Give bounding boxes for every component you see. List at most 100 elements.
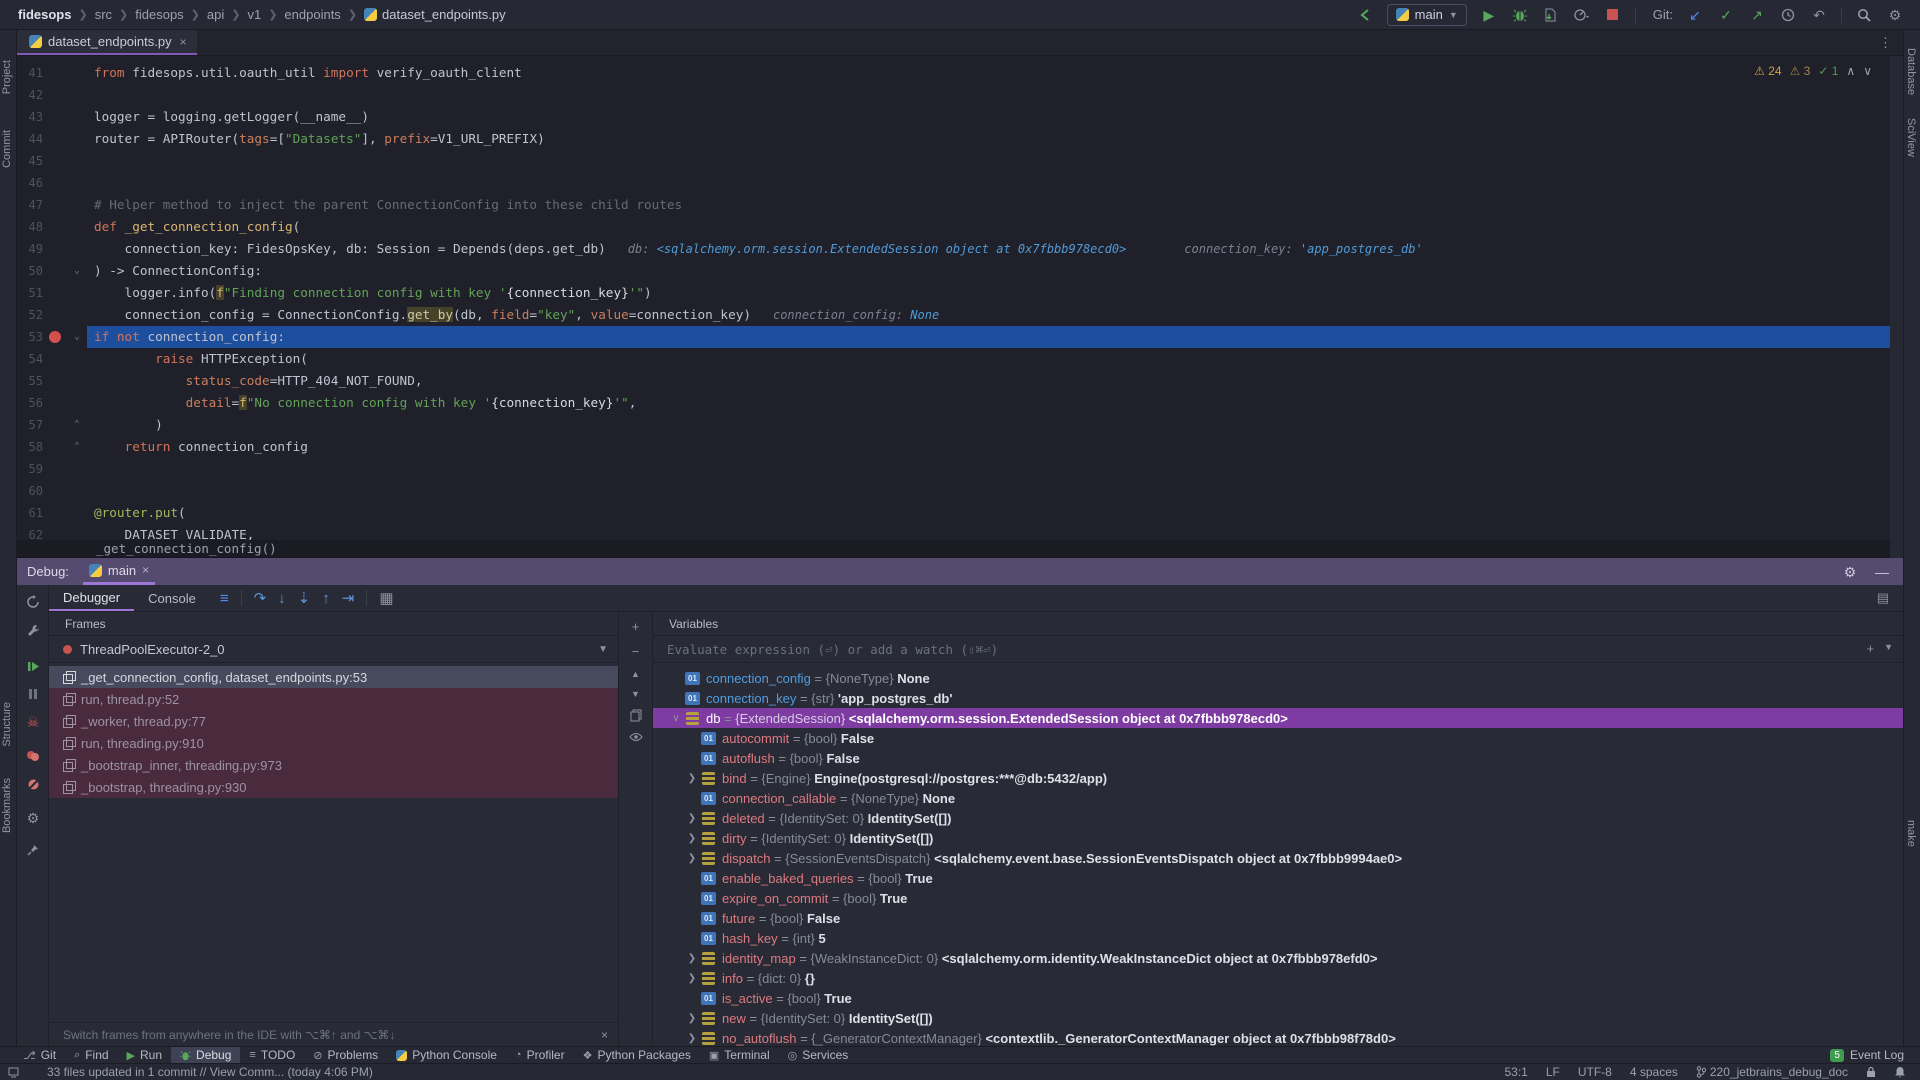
tool-button-profiler[interactable]: ◔ Profiler (506, 1047, 574, 1063)
chevron-collapsed-icon[interactable]: ❯ (683, 853, 701, 864)
fold-marker[interactable] (67, 458, 87, 480)
code-line[interactable]: 45 (17, 150, 1890, 172)
frame-row[interactable]: _worker, thread.py:77 (49, 710, 618, 732)
variable-row[interactable]: ❯ identity_map = {WeakInstanceDict: 0} <s… (653, 948, 1903, 968)
tool-button-make[interactable]: make (1905, 820, 1917, 847)
fold-marker[interactable] (67, 370, 87, 392)
lock-icon[interactable] (1866, 1066, 1876, 1078)
code-line[interactable]: 47 # Helper method to inject the parent C… (17, 194, 1890, 216)
file-encoding[interactable]: UTF-8 (1578, 1065, 1612, 1079)
code-line[interactable]: 53 ⌄ if not connection_config: (17, 326, 1890, 348)
fold-marker[interactable] (67, 524, 87, 540)
resume-program-icon[interactable] (24, 657, 42, 675)
fold-marker[interactable] (67, 106, 87, 128)
variable-row[interactable]: 01 is_active = {bool} True (653, 988, 1903, 1008)
tab-dataset-endpoints[interactable]: dataset_endpoints.py × (17, 30, 197, 55)
variable-row[interactable]: ❯ new = {IdentitySet: 0} IdentitySet([]) (653, 1008, 1903, 1028)
breakpoint-gutter[interactable] (43, 260, 67, 282)
line-number[interactable]: 55 (17, 370, 43, 392)
breakpoint-gutter[interactable] (43, 524, 67, 540)
line-number[interactable]: 60 (17, 480, 43, 502)
tool-button-project[interactable]: Project (1, 60, 13, 94)
chevron-collapsed-icon[interactable]: ❯ (683, 773, 701, 784)
breakpoint-gutter[interactable] (43, 304, 67, 326)
thread-selector[interactable]: ThreadPoolExecutor-2_0 ▼ (49, 636, 618, 663)
breadcrumb-item[interactable]: fidesops (135, 7, 183, 22)
evaluate-expression-icon[interactable]: ▦ (379, 589, 393, 607)
breakpoint-gutter[interactable] (43, 172, 67, 194)
breakpoint-gutter[interactable] (43, 282, 67, 304)
breakpoint-gutter[interactable] (43, 348, 67, 370)
line-number[interactable]: 41 (17, 62, 43, 84)
line-number[interactable]: 51 (17, 282, 43, 304)
variable-row[interactable]: 01 hash_key = {int} 5 (653, 928, 1903, 948)
fold-marker[interactable] (67, 128, 87, 150)
line-number[interactable]: 49 (17, 238, 43, 260)
tool-button-find[interactable]: ⌕ Find (65, 1047, 118, 1063)
variable-row[interactable]: ❯ info = {dict: 0} {} (653, 968, 1903, 988)
variable-row[interactable]: ∨ db = {ExtendedSession} <sqlalchemy.orm.… (653, 708, 1903, 728)
line-number[interactable]: 52 (17, 304, 43, 326)
chevron-collapsed-icon[interactable]: ❯ (683, 833, 701, 844)
add-icon[interactable]: + (1867, 642, 1874, 656)
close-hint-icon[interactable]: × (601, 1028, 608, 1042)
code-line[interactable]: 49 connection_key: FidesOpsKey, db: Sess… (17, 238, 1890, 260)
tool-button-python-console[interactable]: Python Console (387, 1047, 506, 1063)
breakpoint-gutter[interactable] (43, 238, 67, 260)
inspections-widget[interactable]: ⚠ 24 ⚠ 3 ✓ 1 ∧ ∨ (1750, 62, 1876, 80)
code-line[interactable]: 50 ⌄) -> ConnectionConfig: (17, 260, 1890, 282)
fold-marker[interactable] (67, 84, 87, 106)
breadcrumb[interactable]: fidesops ❯ src ❯ fidesops ❯ api ❯ v1 ❯ endpoints ❯ d… (0, 7, 506, 22)
fold-marker[interactable]: ⌄ (67, 260, 87, 282)
breakpoint-gutter[interactable] (43, 62, 67, 84)
copy-icon[interactable] (630, 709, 642, 722)
run-button[interactable]: ▶ (1480, 6, 1498, 24)
chevron-collapsed-icon[interactable]: ❯ (683, 953, 701, 964)
evaluate-expression-field[interactable]: Evaluate expression (⏎) or add a watch (… (653, 636, 1903, 663)
variable-row[interactable]: 01 connection_config = {NoneType} None (653, 668, 1903, 688)
breadcrumb-item[interactable]: v1 (247, 7, 261, 22)
chevron-collapsed-icon[interactable]: ❯ (683, 1033, 701, 1044)
variable-row[interactable]: ❯ bind = {Engine} Engine(postgresql://pos… (653, 768, 1903, 788)
remove-watch-icon[interactable]: − (632, 644, 640, 659)
breakpoint-gutter[interactable] (43, 458, 67, 480)
git-commit-icon[interactable]: ✓ (1717, 6, 1735, 24)
variable-row[interactable]: 01 autoflush = {bool} False (653, 748, 1903, 768)
line-ending[interactable]: LF (1546, 1065, 1560, 1079)
run-configuration-select[interactable]: main ▼ (1386, 3, 1467, 26)
line-number[interactable]: 57 (17, 414, 43, 436)
step-out-icon[interactable]: ↑ (322, 590, 330, 607)
code-line[interactable]: 61 @router.put( (17, 502, 1890, 524)
tab-debugger[interactable]: Debugger (49, 585, 135, 611)
breakpoint-gutter[interactable] (43, 436, 67, 458)
code-line[interactable]: 44 router = APIRouter(tags=["Datasets"], … (17, 128, 1890, 150)
code-line[interactable]: 58 ⌃ return connection_config (17, 436, 1890, 458)
breakpoint-gutter[interactable] (43, 128, 67, 150)
screen-reader-icon[interactable] (0, 1067, 19, 1078)
variable-row[interactable]: 01 enable_baked_queries = {bool} True (653, 868, 1903, 888)
chevron-collapsed-icon[interactable]: ❯ (683, 973, 701, 984)
fold-marker[interactable] (67, 282, 87, 304)
tool-button-run[interactable]: ▶ Run (118, 1047, 171, 1063)
breakpoint-gutter[interactable] (43, 150, 67, 172)
breakpoint-icon[interactable] (49, 331, 61, 343)
git-push-icon[interactable]: ↗ (1748, 6, 1766, 24)
line-number[interactable]: 61 (17, 502, 43, 524)
code-line[interactable]: 48 def _get_connection_config( (17, 216, 1890, 238)
chevron-collapsed-icon[interactable]: ❯ (683, 813, 701, 824)
fold-marker[interactable] (67, 392, 87, 414)
code-editor[interactable]: 41 from fidesops.util.oauth_util import v… (17, 56, 1890, 540)
variable-row[interactable]: 01 future = {bool} False (653, 908, 1903, 928)
run-to-cursor-icon[interactable]: ⇥ (342, 589, 355, 607)
chevron-down-icon[interactable]: ▼ (1884, 642, 1893, 656)
modify-run-config-wrench-icon[interactable] (24, 621, 42, 639)
debug-settings-gear-icon[interactable]: ⚙ (1841, 563, 1859, 581)
pin-tab-icon[interactable] (24, 841, 42, 859)
show-watches-eye-icon[interactable] (628, 732, 643, 742)
fold-marker[interactable]: ⌄ (67, 326, 87, 348)
variable-row[interactable]: ❯ dispatch = {SessionEventsDispatch} <sql… (653, 848, 1903, 868)
fold-marker[interactable] (67, 216, 87, 238)
tool-button-database[interactable]: Database (1905, 48, 1917, 95)
close-tab-icon[interactable]: × (180, 35, 187, 49)
breakpoint-gutter[interactable] (43, 480, 67, 502)
